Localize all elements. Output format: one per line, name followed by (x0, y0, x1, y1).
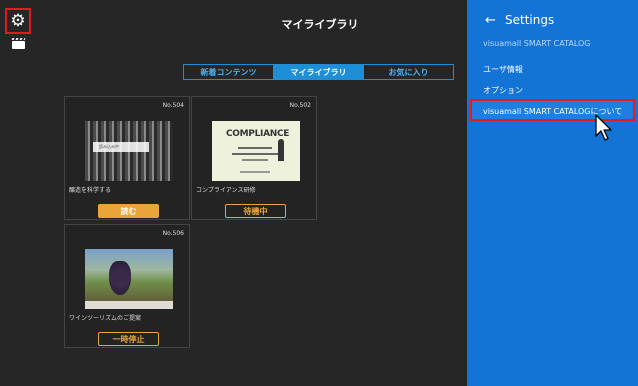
menu-item-options[interactable]: オプション (483, 85, 523, 96)
download-progress-bar (85, 301, 173, 309)
menu-item-user-info[interactable]: ユーザ情報 (483, 64, 523, 75)
book-title: コンプライアンス研修 (196, 187, 256, 194)
tab-new-content[interactable]: 新着コンテンツ (184, 65, 274, 79)
tab-my-library[interactable]: マイライブラリ (274, 65, 364, 79)
book-title: ワインツーリズムのご提案 (69, 315, 142, 322)
book-card[interactable]: No.506 ワインツーリズムのご提案 一時停止 (64, 224, 190, 348)
book-title: 醸造を科学する (69, 187, 112, 194)
back-arrow-icon[interactable]: ← (485, 13, 496, 28)
app-name: visuamall SMART CATALOG (483, 39, 591, 48)
read-button[interactable]: 読む (98, 204, 159, 218)
cover-title: COMPLIANCE (226, 129, 290, 139)
library-tabs: 新着コンテンツ マイライブラリ お気に入り (183, 64, 454, 80)
book-number: No.504 (162, 102, 184, 109)
book-card[interactable]: No.502 COMPLIANCE コンプライアンス研修 待機中 (191, 96, 317, 220)
mouse-cursor-icon (595, 114, 612, 141)
settings-title: Settings (505, 13, 555, 27)
book-cover[interactable]: COMPLIANCE (212, 121, 300, 181)
grape-image (109, 261, 131, 295)
book-cover[interactable] (85, 249, 173, 309)
book-number: No.506 (162, 230, 184, 237)
waiting-button[interactable]: 待機中 (225, 204, 286, 218)
cover-banner: 読み込み中 (93, 142, 149, 152)
tab-favorites[interactable]: お気に入り (364, 65, 453, 79)
book-card[interactable]: No.504 読み込み中 醸造を科学する 読む (64, 96, 190, 220)
book-cover[interactable]: 読み込み中 (85, 121, 173, 181)
clapperboard-icon[interactable] (12, 41, 25, 49)
person-figure-icon (278, 139, 284, 161)
book-number: No.502 (289, 102, 311, 109)
pause-button[interactable]: 一時停止 (98, 332, 159, 346)
settings-panel (467, 0, 638, 386)
